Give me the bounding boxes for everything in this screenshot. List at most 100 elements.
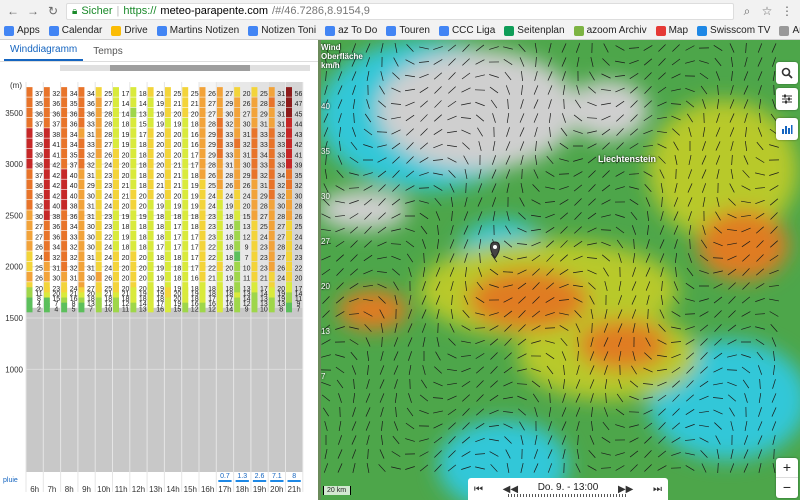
bookmark-item[interactable]: Apps [4,25,40,36]
pane-divider[interactable] [318,40,321,500]
wind-speed-label: 28 [104,122,112,129]
bookmark-item[interactable]: Map [655,25,688,36]
bookmark-item[interactable]: Swisscom TV [697,25,770,36]
wind-arrow-mark [251,138,258,149]
wind-speed-label: 17 [174,234,182,241]
zoom-in-button[interactable]: + [776,458,798,477]
wind-arrow-mark [164,230,171,241]
wind-speed-label: 9 [245,245,249,252]
bookmark-item[interactable]: az To Do [325,25,377,36]
legend-value: 27 [321,237,330,246]
wind-arrow-mark [43,261,50,272]
x-tick-label: 20h [270,485,283,494]
reload-icon[interactable]: ↻ [46,4,60,18]
doc-icon [386,25,397,36]
wind-speed-label: 18 [139,163,147,170]
wind-arrow-mark [26,200,33,210]
address-bar[interactable]: 🔒︎ Sicher | https://meteo-parapente.com /… [66,2,734,20]
tab-winddiagramm[interactable]: Winddiagramm [4,41,84,61]
wind-speed-label: 27 [208,101,216,108]
chart-toggle-button[interactable] [776,118,798,140]
tab-temps[interactable]: Temps [87,43,128,61]
wind-arrow-mark [251,210,258,220]
wind-speed-label: 19 [122,132,130,139]
skip-first-icon[interactable]: ⏮ [474,484,483,495]
bookmark-item[interactable]: Drive [111,25,148,36]
wind-speed-label: 20 [122,173,130,180]
wind-arrow-mark [216,169,223,179]
wind-speed-label: 32 [52,91,60,98]
wind-speed-label: 24 [104,163,112,170]
bookmark-item[interactable]: Seitenplan [504,25,565,36]
wind-speed-label: 37 [35,173,43,180]
wind-speed-label: 31 [277,111,285,118]
skip-last-icon[interactable]: ⏭ [653,484,662,495]
wind-arrow-mark [286,210,292,220]
wind-arrow-mark [234,128,241,138]
wind-arrow-mark [268,179,275,190]
back-icon[interactable]: ← [6,4,20,18]
wind-speed-label: 36 [35,183,43,190]
player-timeline[interactable] [508,494,628,497]
wind-arrow-mark [130,200,137,210]
wind-arrow-mark [251,189,258,200]
wind-speed-label: 19 [174,122,182,129]
wind-arrow-mark [234,189,241,200]
bookmark-item[interactable]: azoom Archiv [573,25,647,36]
wind-arrow-mark [61,200,68,210]
x-tick-label: 14h [166,485,179,494]
wind-speed-label: 34 [87,91,95,98]
bookmark-item[interactable]: Calendar [48,25,102,36]
wind-speed-label: 20 [225,265,233,272]
bookmark-item[interactable]: Martins Notizen [156,25,239,36]
wind-speed-label: 26 [35,245,43,252]
wind-speed-label: 18 [139,142,147,149]
wind-speed-label: 35 [35,101,43,108]
wind-arrow-mark [130,158,137,169]
bookmark-star-icon[interactable]: ☆ [760,4,774,18]
step-back-icon[interactable]: ◀◀ [503,484,518,495]
wind-speed-label: 19 [156,204,164,211]
wind-map[interactable]: Wind Oberfläche km/h 40 35 30 27 20 13 7 Liech… [318,40,800,500]
time-player: ⏮ ◀◀ Do. 9. - 13:00 ▶▶ ⏭ [468,478,668,500]
wind-speed-label: 26 [243,183,251,190]
wind-speed-label: 20 [243,91,251,98]
zoom-magnifier-icon[interactable]: ⌕ [740,4,754,18]
menu-dots-icon[interactable]: ⋮ [780,4,794,18]
wind-speed-label: 32 [87,152,95,159]
wind-speed-label: 19 [156,111,164,118]
wind-speed-label: 24 [104,265,112,272]
wind-arrow-mark [26,220,33,231]
wind-speed-label: 38 [35,132,43,139]
wind-speed-label: 19 [191,193,199,200]
legend-value: 40 [321,102,330,111]
wind-arrow-mark [95,138,102,149]
bookmark-item[interactable]: Notizen Toni [248,25,316,36]
wind-speed-label: 30 [243,122,251,129]
wind-speed-label: 26 [295,214,303,221]
wind-speed-label: 44 [295,122,303,129]
other-bookmarks[interactable]: Andere Lesezeichen [779,25,800,36]
time-scrollbar[interactable] [60,65,310,71]
wind-map-canvas[interactable] [318,40,800,500]
wind-arrow-mark [199,261,206,272]
wind-arrow-mark [234,148,241,159]
wind-arrow-mark [26,169,33,179]
wind-arrow-mark [113,251,119,262]
wind-arrow-mark [43,158,50,169]
wind-arrow-mark [95,107,102,118]
scrollbar-thumb[interactable] [110,65,250,71]
wind-speed-label: 20 [174,132,182,139]
search-button[interactable] [776,62,798,84]
wind-speed-label: 18 [191,122,199,129]
settings-button[interactable] [776,88,798,110]
wind-arrow-mark [268,169,275,179]
forward-icon[interactable]: → [26,4,40,18]
zoom-out-button[interactable]: − [776,477,798,497]
step-forward-icon[interactable]: ▶▶ [618,484,633,495]
bookmark-item[interactable]: CCC Liga [438,25,495,36]
wind-speed-label: 20 [122,204,130,211]
bookmark-item[interactable]: Touren [386,25,430,36]
wind-speed-label: 40 [70,183,78,190]
wind-arrow-mark [216,220,223,231]
